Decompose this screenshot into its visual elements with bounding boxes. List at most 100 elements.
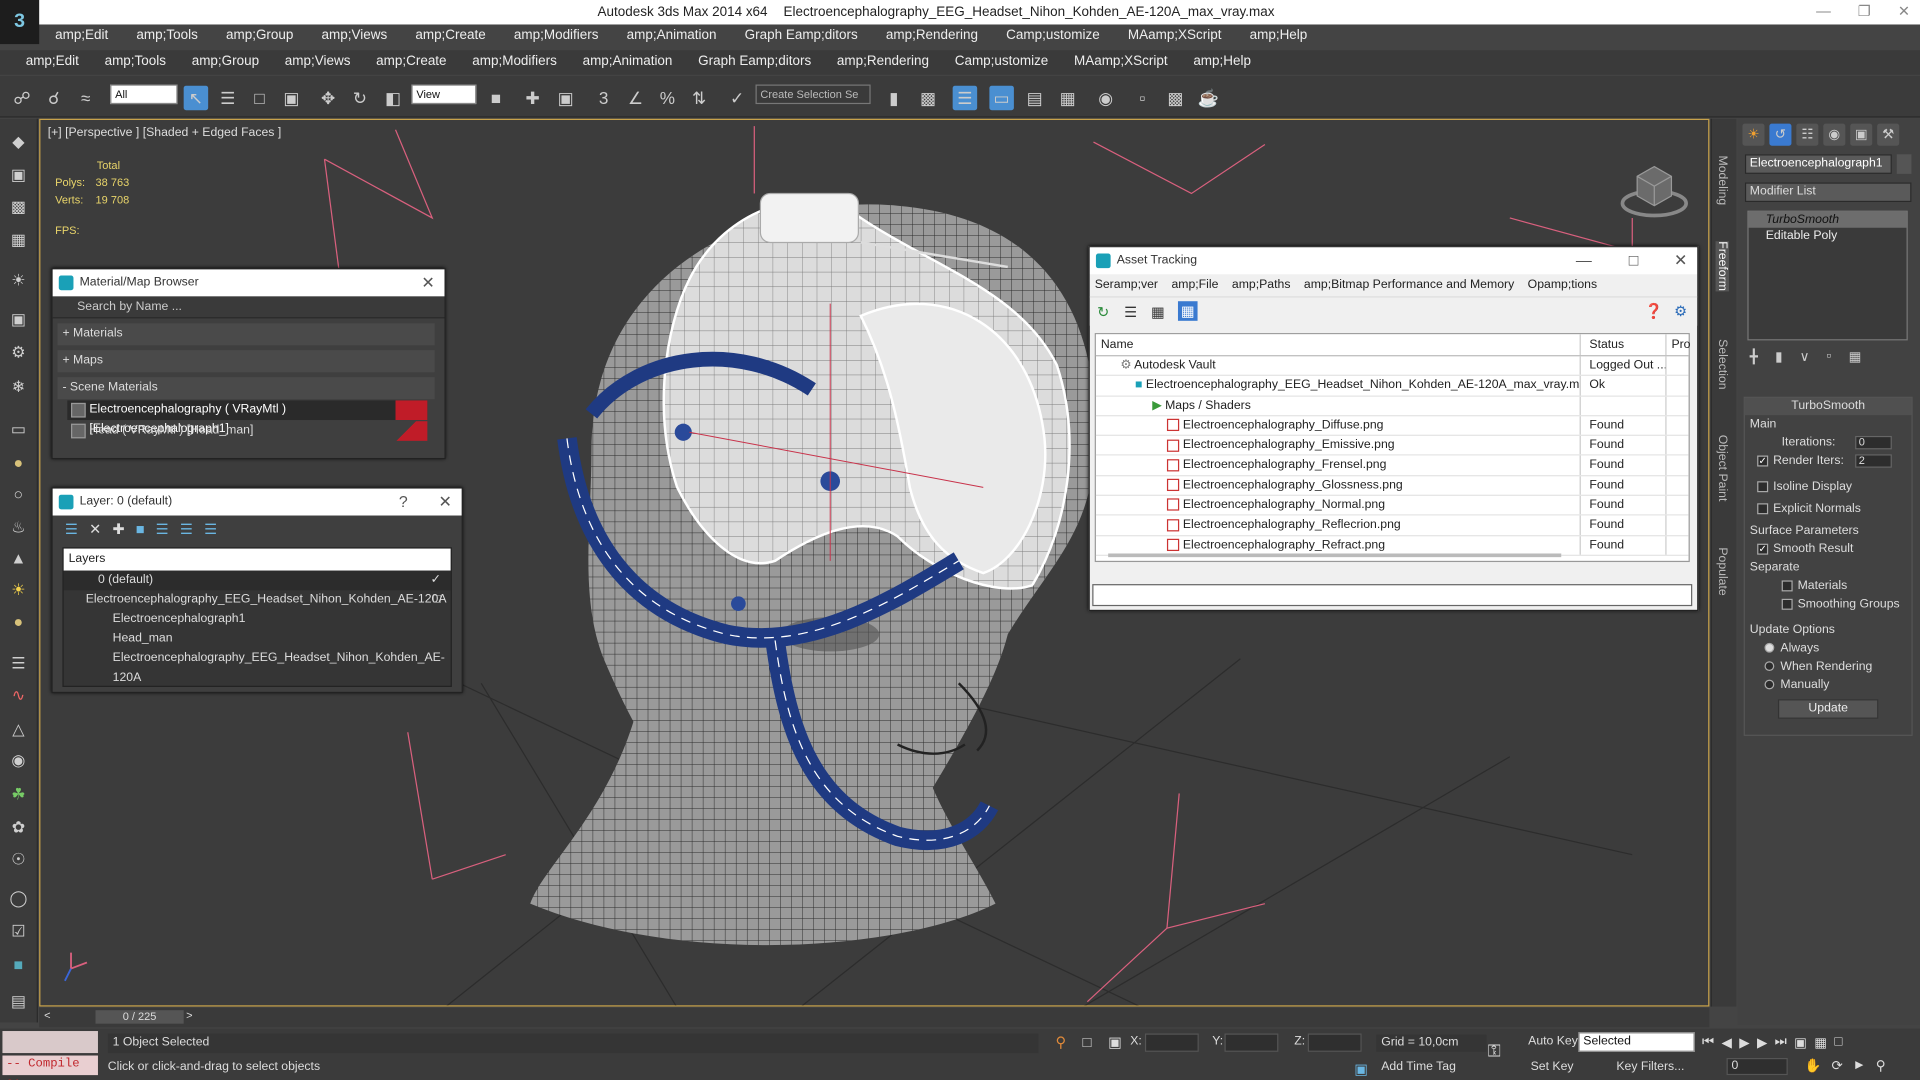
menu-group[interactable]: amp;Group bbox=[226, 24, 293, 47]
spinner-snap-icon[interactable]: ⇅ bbox=[687, 86, 711, 110]
layer-object-row[interactable]: Head_man bbox=[64, 629, 451, 649]
menu-modifiers[interactable]: amp;Modifiers bbox=[514, 24, 599, 47]
teapot-icon[interactable]: ♨ bbox=[7, 517, 29, 539]
sphere-icon[interactable]: ▩ bbox=[7, 196, 29, 218]
edit-named-selection-icon[interactable]: ✓ bbox=[725, 86, 749, 110]
window-crossing-icon[interactable]: ▣ bbox=[279, 86, 303, 110]
asset-menu-options[interactable]: Opamp;tions bbox=[1528, 274, 1597, 296]
settings-icon[interactable]: ⚙ bbox=[1674, 302, 1687, 319]
category-maps[interactable]: + Maps bbox=[57, 350, 435, 373]
object-name-field[interactable]: Electroencephalograph1 bbox=[1744, 154, 1892, 174]
light-icon[interactable]: ☀ bbox=[7, 269, 29, 291]
plane-icon[interactable]: ▭ bbox=[7, 419, 29, 441]
current-layer-check-icon[interactable]: ✓ bbox=[431, 571, 441, 591]
walk-through-icon[interactable]: ► bbox=[1853, 1058, 1866, 1074]
render-iters-checkbox[interactable]: ✓ bbox=[1757, 455, 1769, 467]
asset-row[interactable]: Electroencephalography_Frensel.png Found bbox=[1095, 456, 1689, 477]
configure-sets-icon[interactable]: ▦ bbox=[1849, 349, 1862, 365]
create-icon[interactable]: ◆ bbox=[7, 131, 29, 153]
category-materials[interactable]: + Materials bbox=[57, 323, 435, 346]
menu2-rendering[interactable]: amp;Rendering bbox=[837, 50, 929, 74]
globe-icon[interactable]: ◯ bbox=[7, 888, 29, 910]
lock-icon[interactable]: □ bbox=[1082, 1033, 1091, 1050]
motion-tab-icon[interactable]: ◉ bbox=[1823, 123, 1846, 146]
menu2-create[interactable]: amp;Create bbox=[376, 50, 446, 74]
ribbon-toggle-icon[interactable]: ▭ bbox=[989, 85, 1014, 111]
make-unique-icon[interactable]: ∨ bbox=[1800, 349, 1810, 365]
show-end-result-icon[interactable]: ▮ bbox=[1775, 349, 1782, 365]
layer-checkbox[interactable]: □ bbox=[433, 590, 440, 610]
play-icon[interactable]: ▶ bbox=[1739, 1035, 1749, 1051]
menu-tools[interactable]: amp;Tools bbox=[136, 24, 197, 47]
menu-edit[interactable]: amp;Edit bbox=[55, 24, 108, 47]
menu2-customize[interactable]: Camp;ustomize bbox=[955, 50, 1049, 74]
curve-editor-icon[interactable]: ▤ bbox=[1022, 86, 1046, 110]
menu2-tools[interactable]: amp;Tools bbox=[105, 50, 166, 74]
utilities-tab-icon[interactable]: ⚒ bbox=[1877, 123, 1900, 146]
select-in-layer-icon[interactable]: ■ bbox=[136, 520, 145, 537]
next-key-icon[interactable]: ▶ bbox=[1757, 1035, 1767, 1051]
tree-view-icon[interactable]: ▦ bbox=[1151, 304, 1165, 321]
dome-icon[interactable]: ● bbox=[7, 452, 29, 474]
menu-views[interactable]: amp;Views bbox=[322, 24, 388, 47]
tab-freeform[interactable]: Freeform bbox=[1715, 241, 1729, 291]
maxscript-listener-top[interactable] bbox=[2, 1031, 98, 1054]
pivot-icon[interactable]: ■ bbox=[484, 86, 508, 110]
asset-row[interactable]: Electroencephalography_Emissive.png Found bbox=[1095, 436, 1689, 457]
viewport-label[interactable]: [+] [Perspective ] [Shaded + Edged Faces… bbox=[48, 126, 281, 139]
object-color-swatch[interactable] bbox=[1896, 154, 1912, 174]
unlink-icon[interactable]: ☌ bbox=[42, 86, 66, 110]
when-rendering-radio[interactable] bbox=[1764, 661, 1775, 672]
menu-rendering[interactable]: amp;Rendering bbox=[886, 24, 978, 47]
schematic-view-icon[interactable]: ▦ bbox=[1056, 86, 1080, 110]
helper-icon[interactable]: ⚙ bbox=[7, 342, 29, 364]
go-to-start-icon[interactable]: ⏮ bbox=[1702, 1035, 1714, 1051]
asset-row[interactable]: Electroencephalography_Reflecrion.png Fou… bbox=[1095, 515, 1689, 536]
selection-filter-dropdown[interactable]: All bbox=[110, 84, 178, 105]
category-scene-materials[interactable]: - Scene Materials bbox=[57, 377, 435, 400]
create-tab-icon[interactable]: ☀ bbox=[1742, 123, 1765, 146]
grid-icon[interactable]: ▦ bbox=[7, 229, 29, 251]
list-view-icon[interactable]: ☰ bbox=[1124, 304, 1137, 321]
asset-row[interactable]: Electroencephalography_Diffuse.png Found bbox=[1095, 416, 1689, 437]
stack-item-editable-poly[interactable]: Editable Poly bbox=[1749, 228, 1907, 244]
tab-populate[interactable]: Populate bbox=[1716, 547, 1729, 595]
field-of-view-icon[interactable]: ▦ bbox=[1814, 1035, 1827, 1051]
bone-icon[interactable]: △ bbox=[7, 719, 29, 741]
bind-spacewarp-icon[interactable]: ≈ bbox=[73, 86, 97, 110]
material-item[interactable]: Head ( VRayMtl ) [Head_man] bbox=[67, 421, 428, 441]
reference-coordinate-dropdown[interactable]: View bbox=[411, 84, 477, 105]
asset-row[interactable]: ⚙ Autodesk Vault Logged Out ... bbox=[1095, 356, 1689, 377]
layer-object-row[interactable]: Electroencephalograph1 bbox=[64, 610, 451, 630]
menu2-maxscript[interactable]: MAamp;XScript bbox=[1074, 50, 1168, 74]
box-icon[interactable]: ▣ bbox=[7, 164, 29, 186]
isoline-checkbox[interactable] bbox=[1757, 481, 1769, 493]
manipulate-icon[interactable]: ✚ bbox=[520, 86, 544, 110]
always-radio[interactable] bbox=[1764, 643, 1775, 654]
auto-key-button[interactable]: Auto Key bbox=[1528, 1035, 1578, 1048]
close-icon[interactable]: ✕ bbox=[421, 269, 434, 296]
cone-icon[interactable]: ▲ bbox=[7, 547, 29, 569]
help-icon[interactable]: ? bbox=[399, 489, 408, 516]
current-frame-field[interactable]: 0 bbox=[1726, 1057, 1788, 1076]
close-icon[interactable]: ✕ bbox=[438, 489, 451, 516]
tab-modeling[interactable]: Modeling bbox=[1716, 156, 1729, 206]
isolate-icon[interactable]: ⚲ bbox=[1056, 1033, 1067, 1050]
absolute-mode-icon[interactable]: ▣ bbox=[1108, 1033, 1122, 1050]
go-to-end-icon[interactable]: ⏭ bbox=[1775, 1035, 1787, 1051]
render-iters-spinner[interactable]: 2 bbox=[1855, 454, 1892, 468]
new-layer-icon[interactable]: ☰ bbox=[65, 520, 78, 537]
sphere-white-icon[interactable]: ○ bbox=[7, 484, 29, 506]
restore-icon[interactable]: ❐ bbox=[1858, 2, 1871, 19]
menu2-modifiers[interactable]: amp;Modifiers bbox=[472, 50, 557, 74]
update-button[interactable]: Update bbox=[1777, 699, 1879, 719]
named-selection-set-dropdown[interactable]: Create Selection Se bbox=[755, 84, 871, 105]
render-setup-icon[interactable]: ▫ bbox=[1130, 86, 1154, 110]
asset-row[interactable]: Electroencephalography_Glossness.png Foun… bbox=[1095, 476, 1689, 497]
rendered-frame-icon[interactable]: ▩ bbox=[1163, 86, 1187, 110]
sun-icon[interactable]: ☀ bbox=[7, 579, 29, 601]
asset-row[interactable]: Electroencephalography_Normal.png Found bbox=[1095, 496, 1689, 516]
materials-checkbox[interactable] bbox=[1781, 580, 1793, 592]
camera-icon[interactable]: ▣ bbox=[7, 309, 29, 331]
move-icon[interactable]: ✥ bbox=[316, 86, 340, 110]
